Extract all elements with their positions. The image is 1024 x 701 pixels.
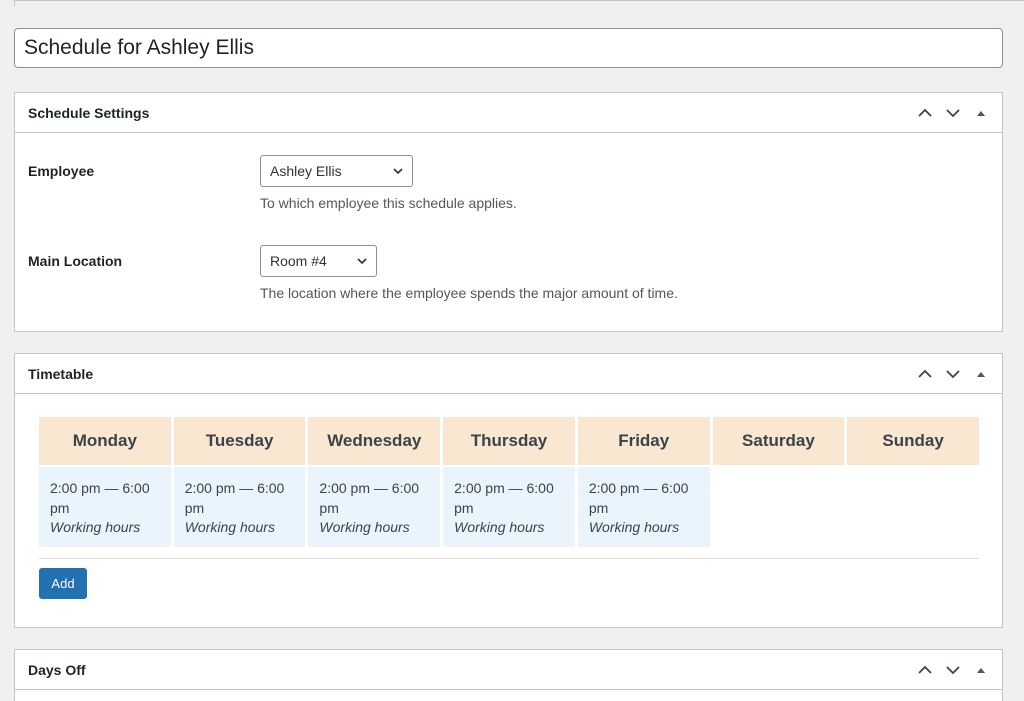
location-label: Main Location [28, 253, 123, 269]
chevron-down-icon [357, 258, 367, 265]
triangle-up-icon[interactable] [972, 661, 990, 679]
triangle-up-icon[interactable] [972, 104, 990, 122]
time-slot-sunday [847, 467, 979, 547]
day-header-wednesday: Wednesday [308, 417, 441, 465]
panel-header[interactable]: Schedule Settings [15, 93, 1002, 133]
panel-header[interactable]: Days Off [15, 650, 1002, 690]
chevron-up-icon[interactable] [916, 661, 934, 679]
employee-label: Employee [28, 163, 95, 179]
add-button[interactable]: Add [39, 568, 87, 599]
panel-title: Schedule Settings [28, 104, 150, 121]
chevron-up-icon[interactable] [916, 104, 934, 122]
employee-description: To which employee this schedule applies. [260, 195, 517, 211]
day-header-tuesday: Tuesday [173, 417, 306, 465]
slot-type: Working hours [454, 519, 545, 535]
top-border-corner [14, 0, 15, 6]
slot-type: Working hours [319, 519, 410, 535]
chevron-up-icon[interactable] [916, 365, 934, 383]
day-header-monday: Monday [39, 417, 171, 465]
divider [39, 558, 979, 559]
day-header-sunday: Sunday [847, 417, 979, 465]
timetable-grid: Monday Tuesday Wednesday Thursday Friday… [39, 417, 979, 547]
time-slot-wednesday[interactable]: 2:00 pm — 6:00 pm Working hours [308, 467, 441, 547]
day-header-saturday: Saturday [712, 417, 845, 465]
time-slot-tuesday[interactable]: 2:00 pm — 6:00 pm Working hours [173, 467, 306, 547]
day-header-thursday: Thursday [443, 417, 575, 465]
timetable-panel: Timetable Monday Tuesday Wednesday Thurs… [14, 353, 1003, 628]
top-border [14, 0, 1024, 1]
employee-select-value: Ashley Ellis [270, 163, 342, 179]
location-description: The location where the employee spends t… [260, 285, 678, 301]
location-select-value: Room #4 [270, 253, 327, 269]
employee-select[interactable]: Ashley Ellis [260, 155, 413, 187]
chevron-down-icon[interactable] [944, 365, 962, 383]
panel-title: Days Off [28, 661, 86, 678]
days-off-panel: Days Off [14, 649, 1003, 701]
slot-type: Working hours [588, 519, 680, 535]
schedule-settings-panel: Schedule Settings Employee Ashley Ellis … [14, 92, 1003, 332]
slot-time: 2:00 pm — 6:00 pm [588, 480, 689, 516]
time-slot-friday[interactable]: 2:00 pm — 6:00 pm Working hours [577, 467, 710, 547]
slot-time: 2:00 pm — 6:00 pm [454, 480, 554, 516]
panel-header[interactable]: Timetable [15, 354, 1002, 394]
slot-time: 2:00 pm — 6:00 pm [184, 480, 285, 516]
chevron-down-icon[interactable] [944, 661, 962, 679]
day-header-friday: Friday [577, 417, 710, 465]
schedule-title-input[interactable]: Schedule for Ashley Ellis [14, 28, 1003, 68]
slot-type: Working hours [50, 519, 141, 535]
time-slot-saturday [713, 467, 845, 547]
location-select[interactable]: Room #4 [260, 245, 377, 277]
triangle-up-icon[interactable] [972, 365, 990, 383]
time-slot-monday[interactable]: 2:00 pm — 6:00 pm Working hours [39, 467, 171, 547]
chevron-down-icon[interactable] [944, 104, 962, 122]
slot-time: 2:00 pm — 6:00 pm [319, 480, 420, 516]
panel-title: Timetable [28, 365, 94, 382]
slot-type: Working hours [184, 519, 275, 535]
chevron-down-icon [393, 168, 403, 175]
slot-time: 2:00 pm — 6:00 pm [50, 480, 150, 516]
time-slot-thursday[interactable]: 2:00 pm — 6:00 pm Working hours [443, 467, 575, 547]
